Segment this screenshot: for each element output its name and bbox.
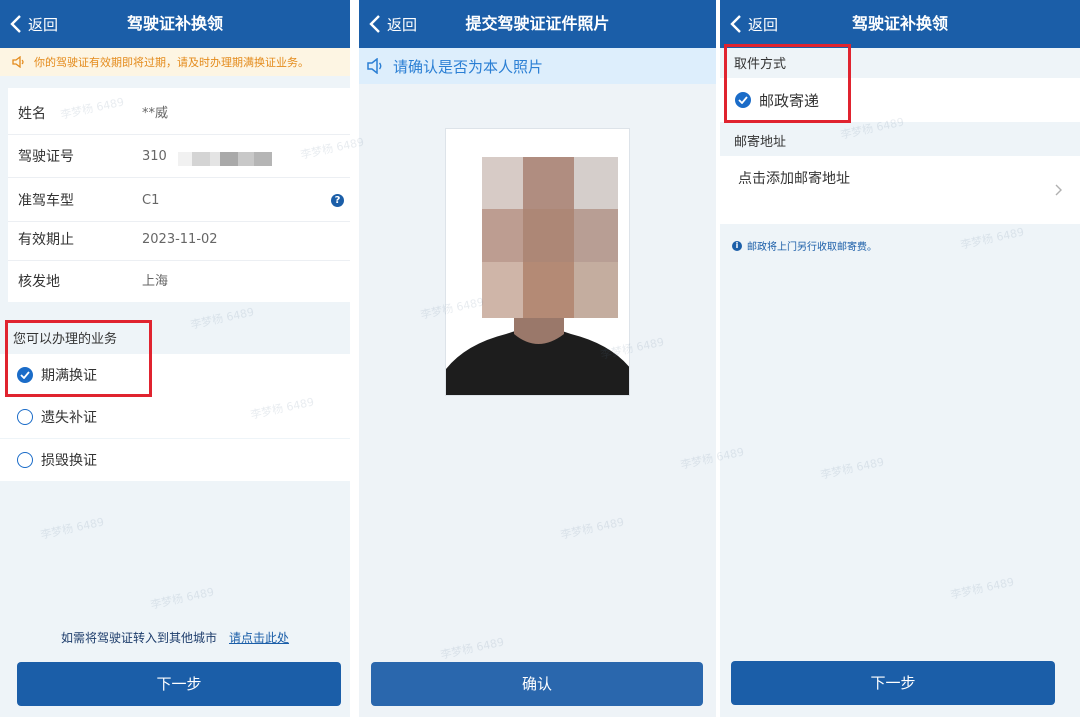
back-label: 返回 (387, 15, 418, 34)
back-button[interactable]: 返回 (10, 0, 58, 48)
radio-checked-icon (17, 367, 33, 383)
info-label: 姓名 (18, 106, 46, 122)
pickup-option-postal[interactable]: 邮政寄递 (720, 78, 1080, 122)
back-button[interactable]: 返回 (369, 0, 417, 48)
service-label: 期满换证 (41, 368, 97, 384)
nav-bar: 返回 驾驶证补换领 (720, 0, 1080, 48)
add-address-row[interactable]: 点击添加邮寄地址 (720, 156, 1080, 224)
info-value: 310 (142, 149, 167, 164)
chevron-left-icon (369, 15, 380, 33)
service-option-renewal[interactable]: 期满换证 (0, 354, 350, 396)
info-value: **威 (142, 106, 169, 121)
screen-delivery-method: 返回 驾驶证补换领 取件方式 邮政寄递 邮寄地址 点击添加邮寄地址 i 邮政将上… (720, 0, 1080, 717)
service-label: 遗失补证 (41, 410, 97, 426)
service-label: 损毁换证 (41, 453, 97, 469)
speaker-icon (12, 56, 24, 68)
info-row-vehicle-class: 准驾车型 C1 ? (8, 180, 350, 222)
help-icon[interactable]: ? (331, 194, 344, 207)
info-row-name: 姓名 **威 (8, 93, 350, 135)
chevron-left-icon (730, 15, 741, 33)
license-info-card: 姓名 **威 驾驶证号 310 准驾车型 C1 ? 有效期止 2023-11-0… (8, 88, 350, 302)
back-label: 返回 (748, 15, 779, 34)
screen-photo-confirm: 返回 提交驾驶证证件照片 请确认是否为本人照片 确认 (359, 0, 716, 717)
info-value: 2023-11-02 (142, 232, 218, 247)
speaker-icon (367, 58, 382, 74)
radio-checked-icon (735, 92, 751, 108)
radio-unchecked-icon (17, 409, 33, 425)
pickup-heading: 取件方式 (734, 57, 787, 72)
transfer-hint: 如需将驾驶证转入到其他城市 请点击此处 (0, 629, 350, 646)
info-value: 上海 (142, 274, 169, 289)
license-photo (445, 128, 630, 396)
nav-bar: 返回 驾驶证补换领 (0, 0, 350, 48)
info-label: 驾驶证号 (18, 149, 74, 165)
services-heading: 您可以办理的业务 (13, 332, 118, 347)
address-heading: 邮寄地址 (734, 135, 787, 150)
masked-number (178, 152, 274, 166)
info-row-expiry: 有效期止 2023-11-02 (8, 219, 350, 261)
info-label: 核发地 (18, 274, 60, 290)
service-option-lost[interactable]: 遗失补证 (0, 396, 350, 438)
confirm-button[interactable]: 确认 (371, 662, 703, 706)
chevron-left-icon (10, 15, 21, 33)
next-button[interactable]: 下一步 (17, 662, 341, 706)
transfer-link[interactable]: 请点击此处 (229, 631, 289, 645)
address-placeholder: 点击添加邮寄地址 (738, 171, 850, 187)
info-icon: i (732, 240, 742, 251)
next-button[interactable]: 下一步 (731, 661, 1055, 705)
info-label: 准驾车型 (18, 193, 74, 209)
postal-fee-tip: i 邮政将上门另行收取邮寄费。 (732, 238, 877, 253)
back-label: 返回 (28, 15, 59, 34)
pickup-option-label: 邮政寄递 (759, 91, 820, 110)
nav-bar: 返回 提交驾驶证证件照片 (359, 0, 716, 48)
notice-text: 请确认是否为本人照片 (393, 57, 544, 76)
info-row-license-number: 驾驶证号 310 (8, 136, 350, 178)
tip-text: 邮政将上门另行收取邮寄费。 (747, 242, 877, 253)
info-value: C1 (142, 193, 160, 208)
radio-unchecked-icon (17, 452, 33, 468)
transfer-text: 如需将驾驶证转入到其他城市 (60, 631, 217, 645)
confirm-notice: 请确认是否为本人照片 (359, 48, 716, 84)
info-row-issuer: 核发地 上海 (8, 261, 350, 303)
screen-license-renewal: 返回 驾驶证补换领 你的驾驶证有效期即将过期，请及时办理期满换证业务。 姓名 *… (0, 0, 350, 717)
info-label: 有效期止 (18, 232, 74, 248)
notice-text: 你的驾驶证有效期即将过期，请及时办理期满换证业务。 (34, 56, 309, 69)
back-button[interactable]: 返回 (730, 0, 778, 48)
chevron-right-icon (1055, 184, 1062, 196)
expiry-notice: 你的驾驶证有效期即将过期，请及时办理期满换证业务。 (0, 48, 350, 76)
service-option-damaged[interactable]: 损毁换证 (0, 439, 350, 481)
